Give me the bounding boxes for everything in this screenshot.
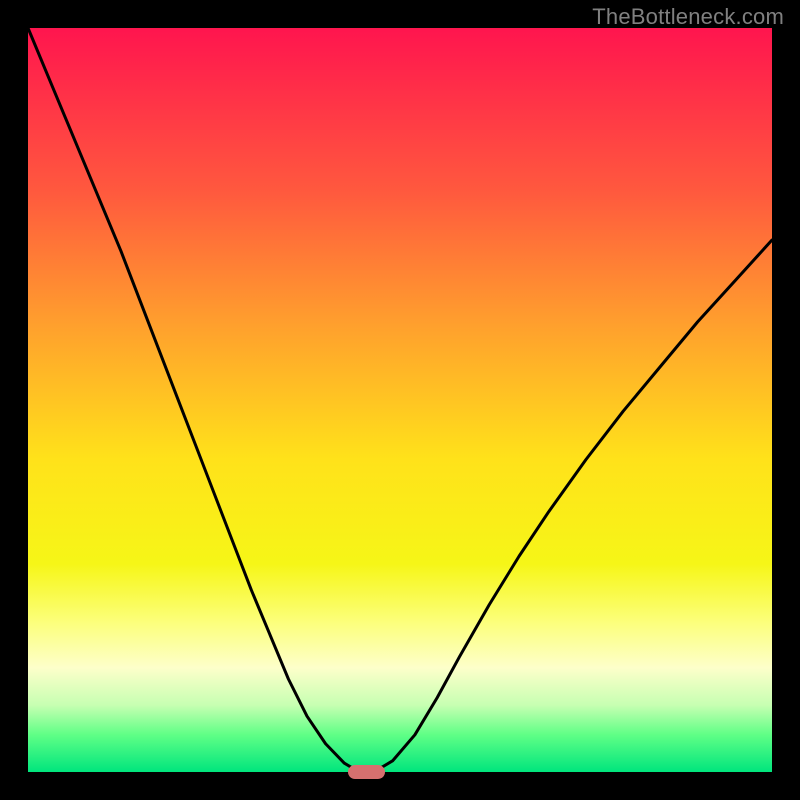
watermark-text: TheBottleneck.com <box>592 4 784 30</box>
optimal-marker <box>348 765 385 779</box>
chart-frame: TheBottleneck.com <box>0 0 800 800</box>
plot-area <box>28 28 772 772</box>
bottleneck-curve <box>28 28 772 772</box>
